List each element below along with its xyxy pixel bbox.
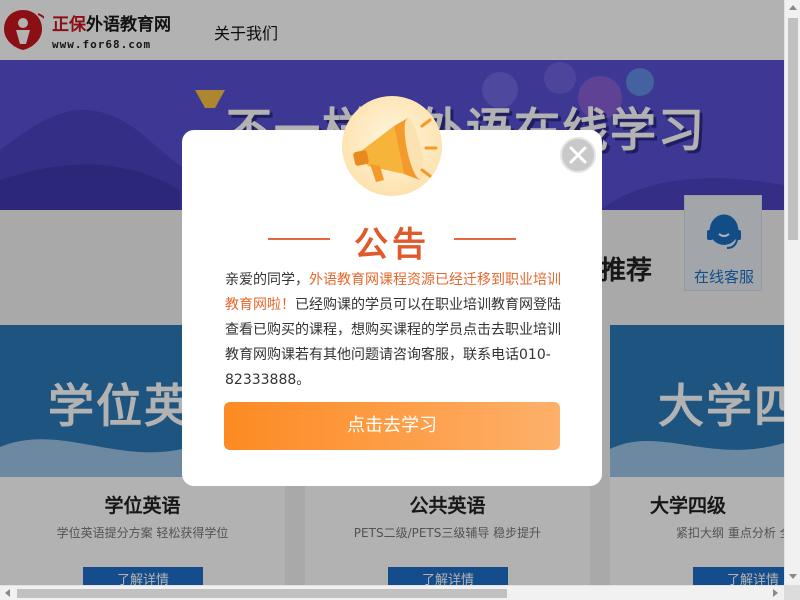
scroll-up-icon[interactable] — [789, 5, 797, 10]
vertical-scrollbar[interactable] — [784, 0, 800, 585]
scroll-down-icon[interactable] — [789, 574, 797, 579]
modal-body-prefix: 亲爱的同学， — [225, 272, 309, 288]
scroll-right-icon[interactable] — [773, 589, 778, 597]
megaphone-icon — [353, 118, 438, 182]
heading-decor-right — [454, 238, 516, 240]
modal-heading: 公告 — [354, 225, 430, 265]
megaphone-badge — [342, 96, 442, 196]
scrollbar-corner — [784, 585, 800, 600]
go-study-button[interactable]: 点击去学习 — [224, 402, 560, 450]
scroll-left-icon[interactable] — [5, 589, 10, 597]
modal-close-button[interactable] — [560, 137, 596, 173]
modal-heading-wrap: 公告 — [268, 215, 516, 265]
horizontal-scroll-thumb[interactable] — [17, 589, 507, 598]
vertical-scroll-thumb[interactable] — [788, 18, 798, 240]
close-icon — [569, 146, 587, 164]
horizontal-scrollbar[interactable] — [0, 585, 784, 600]
modal-body: 亲爱的同学，外语教育网课程资源已经迁移到职业培训教育网啦！已经购课的学员可以在职… — [225, 268, 563, 393]
